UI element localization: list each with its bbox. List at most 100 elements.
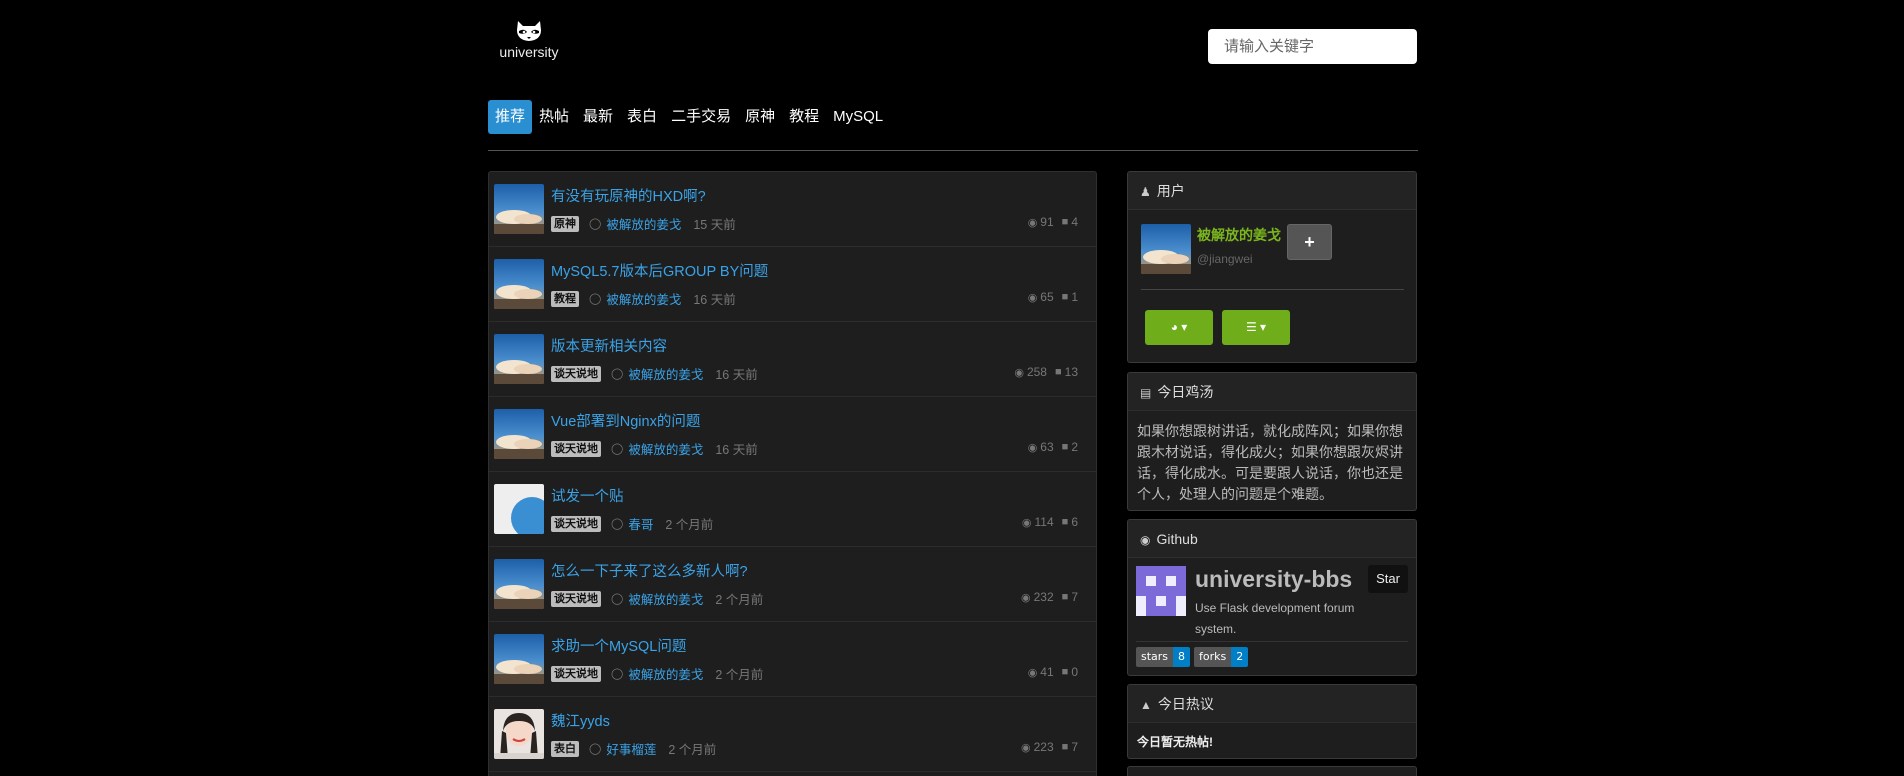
hot-topics-empty-text: 今日暂无热帖! [1137, 735, 1213, 749]
star-button[interactable]: Star [1368, 565, 1408, 593]
nav-tab-recommend[interactable]: 推荐 [488, 100, 533, 134]
post-author-link[interactable]: 被解放的姜戈 [606, 214, 681, 233]
user-panel: ♟ 用户 被解放的姜戈 @jiangwei + ◕ ▾ ☰ ▾ [1127, 171, 1417, 363]
post-author-avatar[interactable] [494, 184, 544, 234]
eye-icon: ◉ [1027, 441, 1038, 454]
comment-icon: ■ [1061, 291, 1069, 303]
post-author-link[interactable]: 被解放的姜戈 [628, 589, 703, 608]
comment-icon: ■ [1061, 216, 1069, 228]
user-panel-divider [1141, 289, 1404, 290]
post-time: 2 个月前 [665, 518, 714, 532]
post-views: 41 [1040, 665, 1054, 679]
repo-name-link[interactable]: university-bbs [1195, 566, 1352, 593]
post-author-avatar[interactable] [494, 634, 544, 684]
post-category-badge[interactable]: 谈天说地 [551, 665, 601, 682]
post-author-avatar[interactable] [494, 484, 544, 534]
github-panel-title: Github [1156, 531, 1198, 547]
post-meta: 谈天说地 ◯ 被解放的姜戈 16 天前 [551, 439, 758, 458]
post-category-badge[interactable]: 谈天说地 [551, 440, 601, 457]
post-author-avatar[interactable] [494, 334, 544, 384]
post-title-link[interactable]: MySQL5.7版本后GROUP BY问题 [551, 260, 768, 281]
post-author-avatar[interactable] [494, 409, 544, 459]
post-item[interactable]: Vue部署到Nginx的问题 谈天说地 ◯ 被解放的姜戈 16 天前 ◉ 63 … [489, 397, 1096, 472]
nav-tab-genshin[interactable]: 原神 [738, 100, 782, 134]
post-author-link[interactable]: 被解放的姜戈 [628, 364, 703, 383]
stars-badge-label: stars [1136, 647, 1174, 667]
comment-icon: ■ [1061, 441, 1069, 453]
post-title-link[interactable]: 魏江yyds [551, 710, 610, 731]
post-title-link[interactable]: 版本更新相关内容 [551, 335, 667, 356]
user-name-link[interactable]: 被解放的姜戈 [1197, 225, 1281, 245]
user-panel-title: 用户 [1156, 183, 1185, 199]
github-panel-header: ◉ Github [1128, 520, 1416, 558]
post-views: 258 [1026, 365, 1047, 379]
post-category-badge[interactable]: 谈天说地 [551, 590, 601, 607]
forks-badge[interactable]: forks 2 [1194, 647, 1249, 667]
post-category-badge[interactable]: 原神 [551, 215, 579, 232]
post-author-link[interactable]: 被解放的姜戈 [628, 664, 703, 683]
post-title-link[interactable]: 求助一个MySQL问题 [551, 635, 686, 656]
eye-icon: ◉ [1027, 666, 1038, 679]
post-item[interactable]: 魏江yyds 表白 ◯ 好事榴莲 2 个月前 ◉ 223 ■ 7 [489, 697, 1096, 772]
post-meta: 谈天说地 ◯ 被解放的姜戈 2 个月前 [551, 664, 763, 683]
post-author-link[interactable]: 被解放的姜戈 [606, 289, 681, 308]
user-handle: @jiangwei [1197, 252, 1253, 266]
post-author-link[interactable]: 春哥 [628, 514, 653, 533]
user-icon: ◯ [611, 443, 624, 455]
post-author-avatar[interactable] [494, 259, 544, 309]
daily-quote-text: 如果你想跟树讲话，就化成阵风；如果你想跟木材说话，得化成火；如果你想跟灰烬讲话，… [1137, 423, 1403, 502]
post-title-link[interactable]: 有没有玩原神的HXD啊? [551, 185, 706, 206]
post-category-badge[interactable]: 表白 [551, 740, 579, 757]
post-author-link[interactable]: 好事榴莲 [606, 739, 656, 758]
github-icon: ◉ [1140, 533, 1151, 547]
dashboard-dropdown-button[interactable]: ◕ ▾ [1145, 310, 1213, 345]
nav-tab-confession[interactable]: 表白 [620, 100, 664, 134]
follow-button[interactable]: + [1287, 224, 1332, 260]
post-category-badge[interactable]: 谈天说地 [551, 365, 601, 382]
site-logo[interactable]: university [497, 20, 561, 60]
post-item[interactable]: 怎么一下子来了这么多新人啊? 谈天说地 ◯ 被解放的姜戈 2 个月前 ◉ 232… [489, 547, 1096, 622]
comment-icon: ■ [1054, 366, 1062, 378]
github-divider [1136, 641, 1408, 642]
eye-icon: ◉ [1027, 216, 1038, 229]
forks-badge-label: forks [1194, 647, 1232, 667]
post-time: 16 天前 [715, 368, 758, 382]
forks-badge-count: 2 [1231, 647, 1249, 667]
post-title-link[interactable]: 怎么一下子来了这么多新人啊? [551, 560, 748, 581]
post-item[interactable]: 求助一个MySQL问题 谈天说地 ◯ 被解放的姜戈 2 个月前 ◉ 41 ■ 0 [489, 622, 1096, 697]
post-views: 114 [1034, 515, 1054, 529]
document-icon: ▤ [1140, 386, 1152, 400]
post-stats: ◉ 114 ■ 6 [1022, 515, 1078, 529]
nav-tab-mysql[interactable]: MySQL [826, 100, 890, 134]
stars-badge[interactable]: stars 8 [1136, 647, 1191, 667]
repo-owner-avatar[interactable] [1136, 566, 1186, 616]
post-author-avatar[interactable] [494, 559, 544, 609]
post-item[interactable]: 版本更新相关内容 谈天说地 ◯ 被解放的姜戈 16 天前 ◉ 258 ■ 13 [489, 322, 1096, 397]
post-item[interactable]: 试发一个贴 谈天说地 ◯ 春哥 2 个月前 ◉ 114 ■ 6 [489, 472, 1096, 547]
post-author-avatar[interactable] [494, 709, 544, 759]
post-title-link[interactable]: 试发一个贴 [551, 485, 624, 506]
user-avatar[interactable] [1141, 224, 1191, 274]
post-meta: 原神 ◯ 被解放的姜戈 15 天前 [551, 214, 736, 233]
post-author-link[interactable]: 被解放的姜戈 [628, 439, 703, 458]
post-comments: 0 [1071, 665, 1078, 679]
post-meta: 教程 ◯ 被解放的姜戈 16 天前 [551, 289, 736, 308]
post-item[interactable]: 有没有玩原神的HXD啊? 原神 ◯ 被解放的姜戈 15 天前 ◉ 91 ■ 4 [489, 172, 1096, 247]
nav-tab-latest[interactable]: 最新 [576, 100, 620, 134]
post-comments: 2 [1071, 440, 1078, 454]
list-dropdown-button[interactable]: ☰ ▾ [1222, 310, 1290, 345]
dashboard-icon: ◕ [1170, 320, 1178, 334]
eye-icon: ◉ [1021, 741, 1031, 754]
post-category-badge[interactable]: 教程 [551, 290, 579, 307]
hot-topics-header: ▲ 今日热议 [1128, 685, 1416, 723]
post-time: 2 个月前 [668, 743, 717, 757]
search-input[interactable] [1208, 29, 1417, 64]
post-category-badge[interactable]: 谈天说地 [551, 515, 601, 532]
post-title-link[interactable]: Vue部署到Nginx的问题 [551, 410, 700, 431]
post-comments: 6 [1071, 515, 1078, 529]
post-views: 91 [1040, 215, 1054, 229]
nav-tab-tutorial[interactable]: 教程 [782, 100, 826, 134]
post-item[interactable]: MySQL5.7版本后GROUP BY问题 教程 ◯ 被解放的姜戈 16 天前 … [489, 247, 1096, 322]
nav-tab-hot[interactable]: 热帖 [532, 100, 576, 134]
nav-tab-secondhand[interactable]: 二手交易 [664, 100, 738, 134]
